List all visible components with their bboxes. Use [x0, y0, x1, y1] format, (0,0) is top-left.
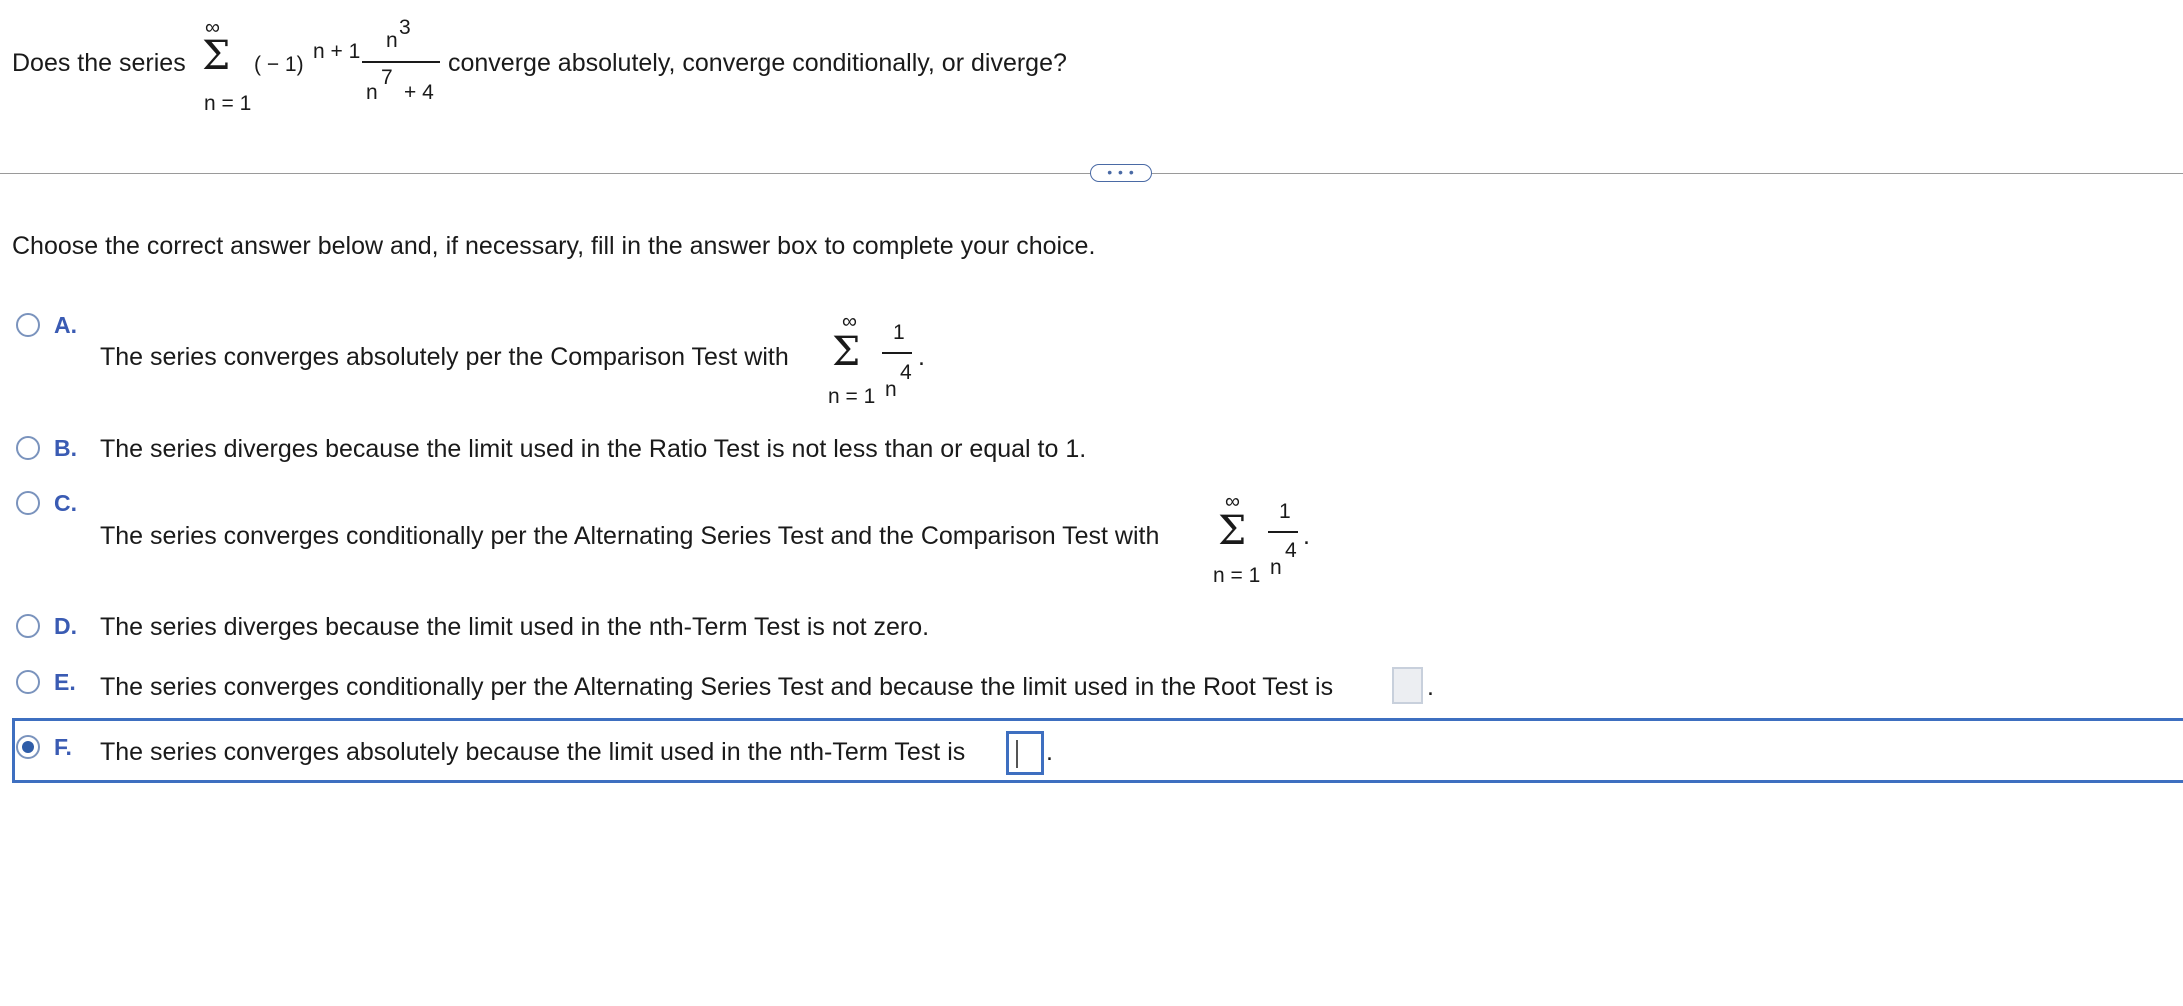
option-c-radio[interactable] [16, 491, 40, 515]
option-b-letter: B. [54, 435, 77, 461]
numerator-exponent: 3 [399, 16, 411, 39]
option-f-text: The series converges absolutely because … [100, 738, 966, 766]
option-a-text: The series converges absolutely per the … [100, 343, 789, 371]
option-a-letter: A. [54, 312, 77, 338]
option-a-denominator-exponent: 4 [900, 361, 912, 384]
sign-base: ( − 1) [254, 53, 304, 76]
option-c-fraction-bar [1268, 531, 1298, 533]
denominator-base: n [366, 81, 378, 104]
question-suffix: converge absolutely, converge conditiona… [448, 49, 1067, 77]
option-e-letter: E. [54, 669, 76, 695]
sum-lower-limit: n = 1 [204, 92, 252, 115]
option-c-text: The series converges conditionally per t… [100, 522, 1160, 550]
option-a-denominator-base: n [885, 378, 897, 401]
option-c-denominator-exponent: 4 [1285, 539, 1297, 562]
numerator-base: n [386, 29, 398, 52]
option-c-period: . [1303, 522, 1310, 550]
option-f-letter: F. [54, 734, 72, 760]
option-a-sum-lower: n = 1 [828, 385, 876, 408]
option-a-period: . [918, 343, 925, 371]
option-a-radio[interactable] [16, 313, 40, 337]
option-c-sum-lower: n = 1 [1213, 564, 1261, 587]
option-d-radio[interactable] [16, 614, 40, 638]
option-c-numerator: 1 [1279, 500, 1291, 523]
option-e-answer-box[interactable] [1392, 667, 1423, 704]
option-d-text: The series diverges because the limit us… [100, 613, 930, 641]
instruction-text: Choose the correct answer below and, if … [12, 232, 1096, 260]
sign-exponent: n + 1 [313, 40, 361, 63]
option-c-denominator-base: n [1270, 556, 1282, 579]
option-f-radio[interactable] [16, 735, 40, 759]
option-a-sigma: Σ [832, 329, 861, 375]
option-e-text: The series converges conditionally per t… [100, 673, 1334, 701]
question-prefix: Does the series [12, 49, 186, 77]
option-a-numerator: 1 [893, 321, 905, 344]
option-c-sigma: Σ [1218, 508, 1247, 554]
option-e-period: . [1427, 673, 1434, 701]
option-e-radio[interactable] [16, 670, 40, 694]
option-f-answer-box[interactable] [1006, 731, 1044, 775]
denominator-exponent: 7 [381, 66, 393, 89]
text-cursor [1016, 740, 1018, 768]
fraction-bar [362, 61, 440, 63]
denominator-tail: + 4 [404, 81, 434, 104]
option-d-letter: D. [54, 613, 77, 639]
sigma-symbol: Σ [202, 33, 231, 79]
option-f-period: . [1046, 738, 1053, 766]
expand-more-button[interactable]: • • • [1090, 164, 1152, 182]
option-b-radio[interactable] [16, 436, 40, 460]
option-b-text: The series diverges because the limit us… [100, 435, 1087, 463]
option-a-fraction-bar [882, 352, 912, 354]
option-c-letter: C. [54, 490, 77, 516]
